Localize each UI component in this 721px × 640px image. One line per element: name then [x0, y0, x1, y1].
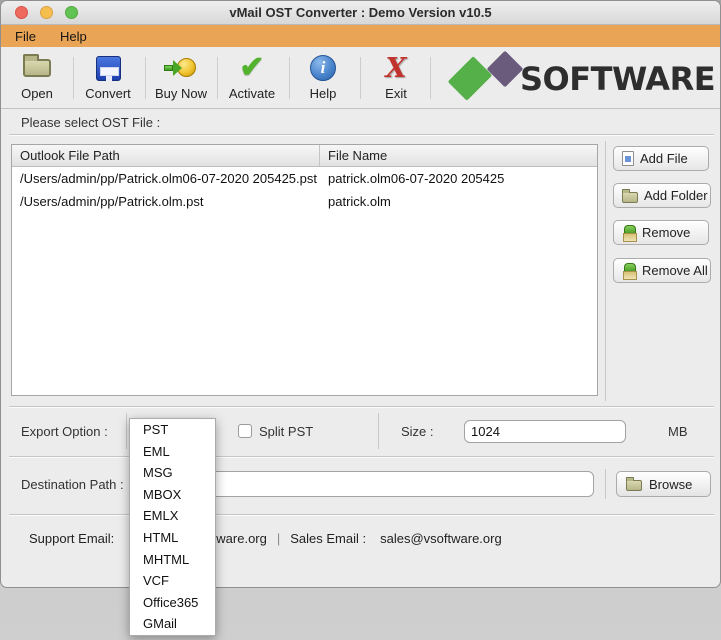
buy-now-cart-icon: [164, 53, 198, 83]
app-window: vMail OST Converter : Demo Version v10.5…: [0, 0, 721, 588]
support-email-label: Support Email:: [29, 531, 114, 546]
add-file-label: Add File: [640, 151, 688, 166]
toolbar-buy-now-label: Buy Now: [155, 86, 207, 101]
toolbar-help-label: Help: [310, 86, 337, 101]
table-row[interactable]: /Users/admin/pp/Patrick.olm.pst patrick.…: [12, 190, 597, 213]
green-check-icon: ✔: [239, 53, 264, 83]
row-divider: [378, 413, 379, 449]
section-divider: [9, 134, 714, 135]
toolbar-convert-button[interactable]: Convert: [73, 53, 143, 101]
remove-all-button[interactable]: Remove All: [613, 258, 711, 283]
export-option-mbox[interactable]: MBOX: [130, 484, 215, 506]
export-option-pst[interactable]: PST: [130, 419, 215, 441]
remove-brush-icon: [622, 225, 636, 241]
add-folder-label: Add Folder: [644, 188, 708, 203]
section-divider: [9, 514, 714, 515]
column-header-outlook-file-path[interactable]: Outlook File Path: [12, 145, 320, 166]
toolbar-open-label: Open: [21, 86, 53, 101]
toolbar-exit-button[interactable]: X Exit: [361, 53, 431, 101]
export-option-msg[interactable]: MSG: [130, 462, 215, 484]
red-x-icon: X: [386, 53, 407, 83]
menu-file[interactable]: File: [15, 29, 36, 44]
section-divider: [9, 456, 714, 457]
browse-folder-icon: [626, 480, 642, 491]
info-circle-icon: i: [310, 53, 336, 83]
split-pst-label: Split PST: [259, 424, 313, 439]
toolbar-buy-now-button[interactable]: Buy Now: [146, 53, 216, 101]
row-divider: [126, 413, 127, 449]
mb-unit-label: MB: [668, 424, 688, 439]
toolbar-exit-label: Exit: [385, 86, 407, 101]
logo-text: SOFTWARE: [520, 60, 715, 98]
menu-bar: File Help: [1, 25, 720, 47]
export-option-emlx[interactable]: EMLX: [130, 505, 215, 527]
export-option-gmail[interactable]: GMail: [130, 613, 215, 635]
toolbar-open-button[interactable]: Open: [2, 53, 72, 101]
remove-button[interactable]: Remove: [613, 220, 709, 245]
add-file-button[interactable]: Add File: [613, 146, 709, 171]
export-option-office365[interactable]: Office365: [130, 592, 215, 614]
toolbar-help-button[interactable]: i Help: [288, 53, 358, 101]
select-ost-file-label: Please select OST File :: [21, 115, 160, 130]
toolbar-activate-label: Activate: [229, 86, 275, 101]
remove-all-brush-icon: [622, 263, 636, 279]
brand-logo: SOFTWARE: [442, 51, 708, 105]
export-option-mhtml[interactable]: MHTML: [130, 549, 215, 571]
footer-separator: |: [277, 531, 280, 546]
sales-email-label: Sales Email :: [290, 531, 366, 546]
toolbar-separator: [430, 57, 431, 99]
open-folder-icon: [23, 53, 51, 83]
logo-purple-diamond-icon: [487, 51, 524, 88]
add-folder-button[interactable]: Add Folder: [613, 183, 711, 208]
size-label: Size :: [401, 424, 434, 439]
file-list-table[interactable]: Outlook File Path File Name /Users/admin…: [11, 144, 598, 396]
browse-label: Browse: [649, 477, 692, 492]
export-option-label: Export Option :: [21, 424, 108, 439]
toolbar-convert-label: Convert: [85, 86, 131, 101]
split-pst-checkbox[interactable]: [238, 424, 252, 438]
export-format-dropdown: PST EML MSG MBOX EMLX HTML MHTML VCF Off…: [129, 418, 216, 636]
sales-email-value: sales@vsoftware.org: [380, 531, 502, 546]
menu-help[interactable]: Help: [60, 29, 87, 44]
export-option-vcf[interactable]: VCF: [130, 570, 215, 592]
floppy-disk-icon: [96, 53, 121, 83]
column-header-file-name[interactable]: File Name: [320, 145, 597, 166]
export-option-eml[interactable]: EML: [130, 441, 215, 463]
footer: Support Email: support@vsoftware.org | S…: [29, 531, 502, 546]
remove-all-label: Remove All: [642, 263, 708, 278]
table-buttons-divider: [605, 141, 606, 401]
toolbar-activate-button[interactable]: ✔ Activate: [217, 53, 287, 101]
export-option-html[interactable]: HTML: [130, 527, 215, 549]
table-row[interactable]: /Users/admin/pp/Patrick.olm06-07-2020 20…: [12, 167, 597, 190]
cell-file-name: patrick.olm: [320, 190, 597, 213]
cell-file-path: /Users/admin/pp/Patrick.olm06-07-2020 20…: [12, 167, 320, 190]
browse-button[interactable]: Browse: [616, 471, 711, 497]
cell-file-name: patrick.olm06-07-2020 205425: [320, 167, 597, 190]
remove-label: Remove: [642, 225, 690, 240]
row-divider: [605, 469, 606, 499]
cell-file-path: /Users/admin/pp/Patrick.olm.pst: [12, 190, 320, 213]
size-input[interactable]: [464, 420, 626, 443]
toolbar: Open Convert Buy Now ✔ Activate i Help X…: [1, 47, 720, 109]
table-header: Outlook File Path File Name: [12, 145, 597, 167]
section-divider: [9, 406, 714, 407]
add-file-icon: [622, 151, 634, 166]
window-title: vMail OST Converter : Demo Version v10.5: [1, 5, 720, 20]
title-bar: vMail OST Converter : Demo Version v10.5: [1, 1, 720, 25]
add-folder-icon: [622, 192, 638, 203]
destination-path-label: Destination Path :: [21, 477, 124, 492]
logo-green-diamond-icon: [448, 56, 493, 101]
